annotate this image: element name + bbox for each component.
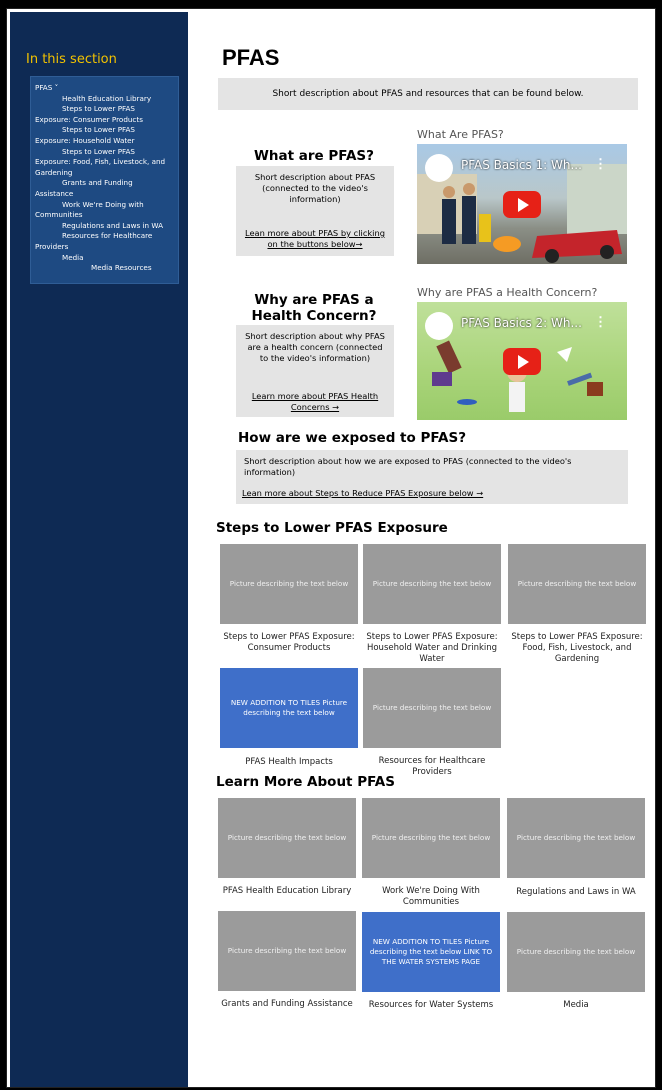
steps-caption-consumer[interactable]: Steps to Lower PFAS Exposure: Consumer P… [220,632,358,654]
intro-text: Short description about PFAS and resourc… [272,89,584,99]
sidebar-item-healthcare-1[interactable]: Resources for Healthcare [35,231,174,242]
what-desc: Short description about PFAS (connected … [254,172,376,204]
why-video-title: PFAS Basics 2: Wh... [461,316,582,330]
steps-tile-consumer[interactable]: Picture describing the text below [220,544,358,624]
learn-caption-library[interactable]: PFAS Health Education Library [218,886,356,897]
sidebar-item-steps-water-2[interactable]: Exposure: Household Water [35,136,174,147]
channel-logo-icon-2 [425,312,453,340]
sidebar-item-regulations[interactable]: Regulations and Laws in WA [35,221,174,232]
more-options-icon-2[interactable]: ⋮ [594,314,607,330]
steps-caption-water[interactable]: Steps to Lower PFAS Exposure: Household … [363,632,501,665]
steps-tile-water[interactable]: Picture describing the text below [363,544,501,624]
play-button-icon[interactable] [503,191,541,218]
steps-caption-food[interactable]: Steps to Lower PFAS Exposure: Food, Fish… [508,632,646,665]
sidebar-item-communities-2[interactable]: Communities [35,210,174,221]
why-video-label: Why are PFAS a Health Concern? [417,286,598,299]
learn-caption-water-systems[interactable]: Resources for Water Systems [362,1000,500,1011]
sidebar-item-health-education-library[interactable]: Health Education Library [35,94,174,105]
channel-logo-icon [425,154,453,182]
learn-caption-regulations[interactable]: Regulations and Laws in WA [507,887,645,898]
sidebar-item-communities-1[interactable]: Work We're Doing with [35,200,174,211]
intro-box: Short description about PFAS and resourc… [218,78,638,110]
tile-image-text: Picture describing the text below [372,703,492,712]
sidebar-item-media[interactable]: Media [35,253,174,264]
learn-caption-grants[interactable]: Grants and Funding Assistance [218,999,356,1010]
why-desc: Short description about why PFAS are a h… [245,331,385,363]
what-desc-box: Short description about PFAS (connected … [236,166,394,256]
exposed-desc: Short description about how we are expos… [244,456,572,477]
learn-tile-communities[interactable]: Picture describing the text below [362,798,500,878]
tile-image-text: Picture describing the text below [516,947,636,956]
tile-image-text: Picture describing the text below [227,833,347,842]
sidebar-item-steps-food-2[interactable]: Exposure: Food, Fish, Livestock, and [35,157,174,168]
learn-caption-communities[interactable]: Work We're Doing With Communities [362,886,500,908]
tile-image-text: Picture describing the text below [371,833,491,842]
steps-tile-food[interactable]: Picture describing the text below [508,544,646,624]
why-video[interactable]: PFAS Basics 2: Wh... ⋮ [417,302,627,420]
tile-image-text: Picture describing the text below [229,579,349,588]
sidebar-item-healthcare-2[interactable]: Providers [35,242,174,253]
sidebar-item-grants-2[interactable]: Assistance [35,189,174,200]
learn-tile-library[interactable]: Picture describing the text below [218,798,356,878]
tile-image-text: Picture describing the text below [227,946,347,955]
sidebar-nav: PFAS ˅ Health Education Library Steps to… [30,76,179,284]
what-video-title: PFAS Basics 1: Wh... [461,158,582,172]
exposed-link[interactable]: Lean more about Steps to Reduce PFAS Exp… [242,488,622,499]
sidebar-item-steps-consumer-1[interactable]: Steps to Lower PFAS [35,104,174,115]
tile-image-text: Picture describing the text below [516,833,636,842]
sidebar-item-steps-food-1[interactable]: Steps to Lower PFAS [35,147,174,158]
more-options-icon[interactable]: ⋮ [594,156,607,172]
what-heading: What are PFAS? [254,148,374,164]
learn-tile-regulations[interactable]: Picture describing the text below [507,798,645,878]
exposed-desc-box: Short description about how we are expos… [236,450,628,504]
what-video-label: What Are PFAS? [417,128,504,141]
tile-image-text: Picture describing the text below [372,579,492,588]
why-desc-box: Short description about why PFAS are a h… [236,325,394,417]
sidebar-item-grants-1[interactable]: Grants and Funding [35,178,174,189]
what-video[interactable]: PFAS Basics 1: Wh... ⋮ [417,144,627,264]
tile-image-text: NEW ADDITION TO TILES Picture describing… [369,937,493,966]
sidebar-item-steps-water-1[interactable]: Steps to Lower PFAS [35,125,174,136]
why-link[interactable]: Learn more about PFAS Health Concerns → [242,391,388,413]
exposed-heading: How are we exposed to PFAS? [238,430,467,446]
steps-tile-healthcare[interactable]: Picture describing the text below [363,668,501,748]
sidebar-item-media-resources[interactable]: Media Resources [35,263,174,274]
why-heading: Why are PFAS a Health Concern? [251,292,377,324]
sidebar-item-steps-consumer-2[interactable]: Exposure: Consumer Products [35,115,174,126]
steps-tile-health-impacts[interactable]: NEW ADDITION TO TILES Picture describing… [220,668,358,748]
steps-heading: Steps to Lower PFAS Exposure [216,520,448,536]
sidebar-item-pfas[interactable]: PFAS ˅ [35,83,174,94]
play-button-icon-2[interactable] [503,348,541,375]
steps-caption-health-impacts[interactable]: PFAS Health Impacts [220,757,358,768]
tile-image-text: Picture describing the text below [517,579,637,588]
learn-tile-water-systems[interactable]: NEW ADDITION TO TILES Picture describing… [362,912,500,992]
learn-heading: Learn More About PFAS [216,774,395,790]
sidebar-item-steps-food-3[interactable]: Gardening [35,168,174,179]
learn-caption-media[interactable]: Media [507,1000,645,1011]
page-title: PFAS [222,45,280,70]
sidebar-title: In this section [26,52,117,67]
what-link[interactable]: Lean more about PFAS by clicking on the … [242,228,388,250]
tile-image-text: NEW ADDITION TO TILES Picture describing… [230,698,348,717]
learn-tile-grants[interactable]: Picture describing the text below [218,911,356,991]
learn-tile-media[interactable]: Picture describing the text below [507,912,645,992]
